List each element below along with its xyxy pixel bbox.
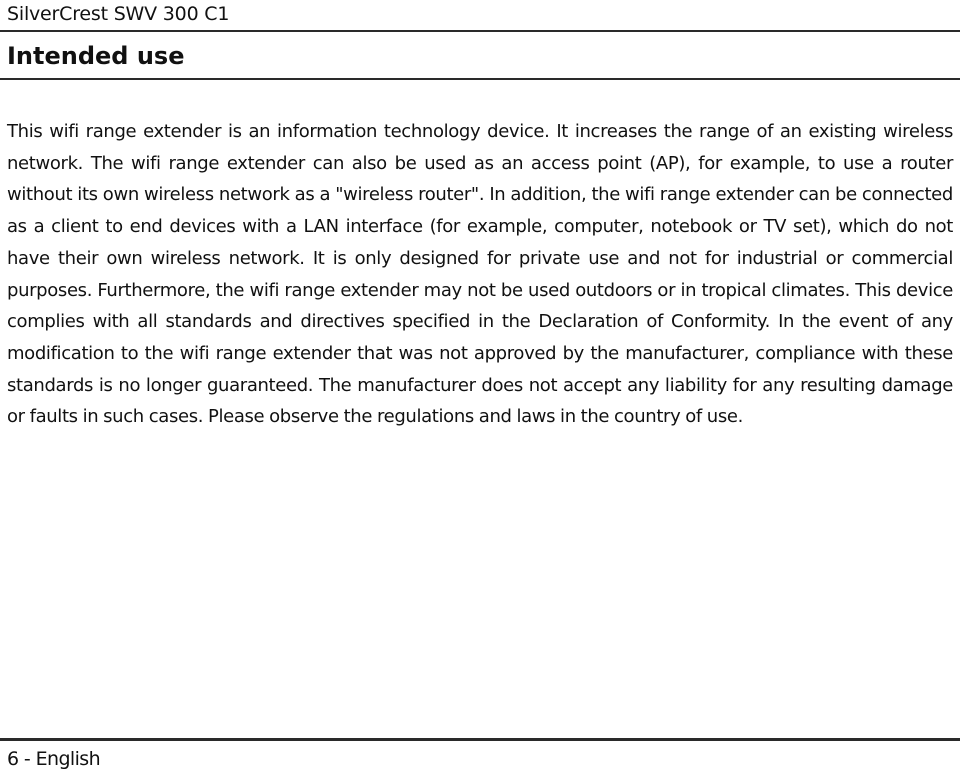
header-divider	[0, 30, 960, 32]
document-header: SilverCrest SWV 300 C1	[7, 3, 230, 25]
title-divider	[0, 78, 960, 80]
footer-divider	[0, 738, 960, 741]
section-title: Intended use	[7, 42, 185, 70]
section-body: This wifi range extender is an informati…	[7, 121, 953, 428]
page-footer: 6 - English	[7, 748, 101, 770]
